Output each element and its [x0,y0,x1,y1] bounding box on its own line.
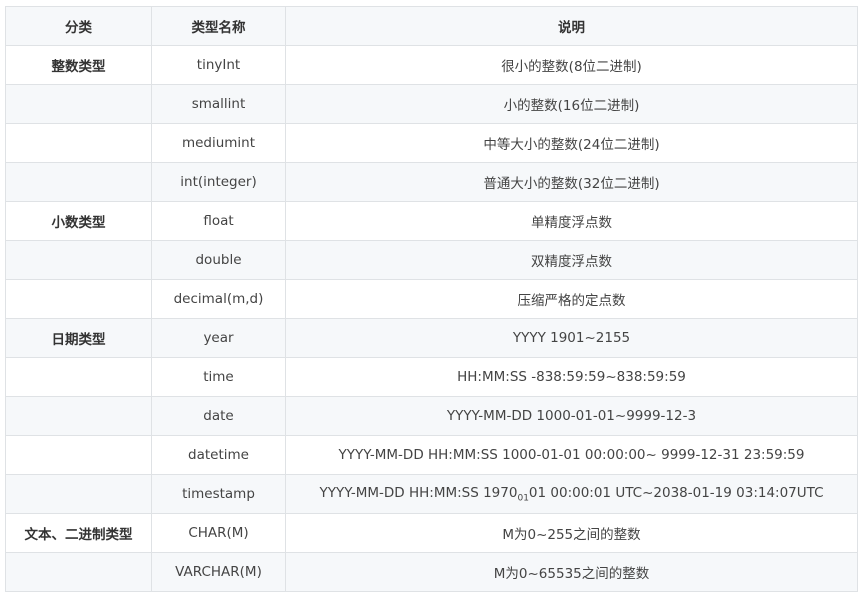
category-cell [5,435,152,475]
description-cell: 小的整数(16位二进制) [285,84,858,124]
type-name-cell: time [151,357,286,397]
description-subscript: 01 [517,493,529,504]
description-cell: 双精度浮点数 [285,240,858,280]
table-header: 分类 类型名称 说明 [5,6,858,46]
description-cell: YYYY-MM-DD HH:MM:SS 1000-01-01 00:00:00~… [285,435,858,475]
table-body: 整数类型 tinyInt 很小的整数(8位二进制) smallint 小的整数(… [5,45,858,592]
type-name-cell: mediumint [151,123,286,163]
description-cell: 普通大小的整数(32位二进制) [285,162,858,202]
description-cell: YYYY-MM-DD 1000-01-01~9999-12-3 [285,396,858,436]
type-name-cell: decimal(m,d) [151,279,286,319]
type-name-cell: VARCHAR(M) [151,552,286,592]
category-cell [5,162,152,202]
table-row: time HH:MM:SS -838:59:59~838:59:59 [5,357,858,397]
type-name-cell: tinyInt [151,45,286,85]
type-name-cell: year [151,318,286,358]
table-row: 整数类型 tinyInt 很小的整数(8位二进制) [5,45,858,85]
category-cell [5,279,152,319]
table-row: smallint 小的整数(16位二进制) [5,84,858,124]
description-cell: YYYY 1901~2155 [285,318,858,358]
type-name-cell: CHAR(M) [151,513,286,553]
description-text-after: 01 00:00:01 UTC~2038-01-19 03:14:07UTC [528,484,824,501]
description-cell: M为0~65535之间的整数 [285,552,858,592]
type-name-cell: datetime [151,435,286,475]
description-text-before: YYYY-MM-DD HH:MM:SS 1970 [319,484,518,501]
table-row: date YYYY-MM-DD 1000-01-01~9999-12-3 [5,396,858,436]
category-cell: 整数类型 [5,45,152,85]
header-type-name: 类型名称 [151,6,286,46]
category-cell [5,84,152,124]
data-types-table: 分类 类型名称 说明 整数类型 tinyInt 很小的整数(8位二进制) sma… [5,6,858,592]
type-name-cell: smallint [151,84,286,124]
table-row: double 双精度浮点数 [5,240,858,280]
description-cell: M为0~255之间的整数 [285,513,858,553]
category-cell [5,474,152,514]
category-cell [5,240,152,280]
description-cell: HH:MM:SS -838:59:59~838:59:59 [285,357,858,397]
category-cell [5,357,152,397]
page: 分类 类型名称 说明 整数类型 tinyInt 很小的整数(8位二进制) sma… [5,6,858,592]
table-row: datetime YYYY-MM-DD HH:MM:SS 1000-01-01 … [5,435,858,475]
category-cell [5,123,152,163]
table-row: decimal(m,d) 压缩严格的定点数 [5,279,858,319]
header-category: 分类 [5,6,152,46]
category-cell: 小数类型 [5,201,152,241]
description-cell: 中等大小的整数(24位二进制) [285,123,858,163]
table-row: 文本、二进制类型 CHAR(M) M为0~255之间的整数 [5,513,858,553]
description-cell: 很小的整数(8位二进制) [285,45,858,85]
type-name-cell: int(integer) [151,162,286,202]
table-row: VARCHAR(M) M为0~65535之间的整数 [5,552,858,592]
table-row: mediumint 中等大小的整数(24位二进制) [5,123,858,163]
header-description: 说明 [285,6,858,46]
category-cell: 文本、二进制类型 [5,513,152,553]
description-cell: 压缩严格的定点数 [285,279,858,319]
header-row: 分类 类型名称 说明 [5,6,858,46]
table-row: 日期类型 year YYYY 1901~2155 [5,318,858,358]
table-row: timestamp YYYY-MM-DD HH:MM:SS 19700101 0… [5,474,858,514]
description-cell: 单精度浮点数 [285,201,858,241]
category-cell [5,552,152,592]
type-name-cell: timestamp [151,474,286,514]
description-cell: YYYY-MM-DD HH:MM:SS 19700101 00:00:01 UT… [285,474,858,514]
category-cell: 日期类型 [5,318,152,358]
type-name-cell: date [151,396,286,436]
type-name-cell: float [151,201,286,241]
table-row: 小数类型 float 单精度浮点数 [5,201,858,241]
category-cell [5,396,152,436]
table-row: int(integer) 普通大小的整数(32位二进制) [5,162,858,202]
type-name-cell: double [151,240,286,280]
